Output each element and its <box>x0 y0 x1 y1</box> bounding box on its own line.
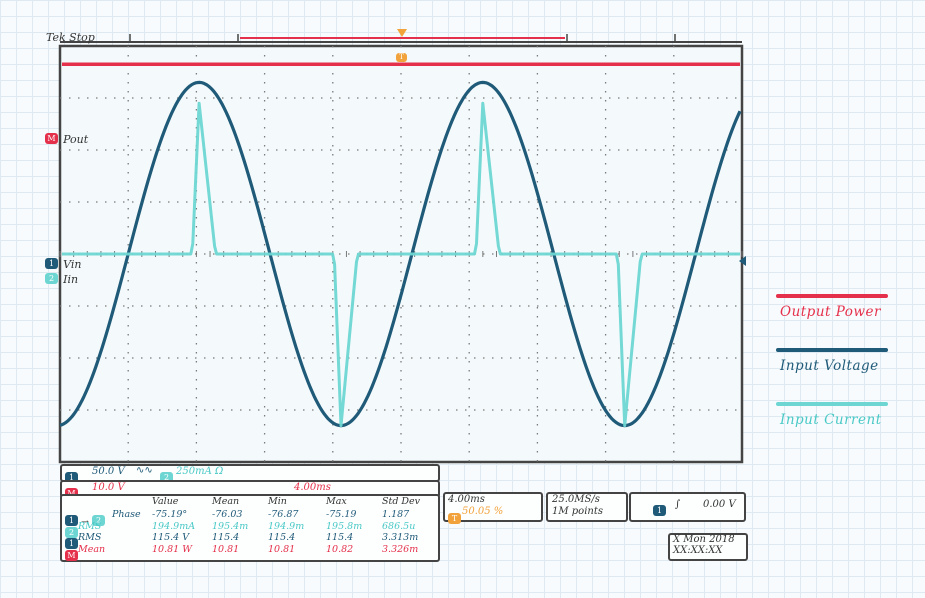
meas-row-chip: M <box>65 549 78 561</box>
meas-cell: 194.9mA <box>152 520 196 532</box>
trigger-position-marker[interactable]: T <box>396 47 407 66</box>
ch2-scale: 250mA Ω <box>176 466 224 477</box>
math-scale: 10.0 V <box>92 482 125 493</box>
trigger-arrow-icon <box>397 29 407 37</box>
meas-cell: -76.87 <box>268 509 299 520</box>
meas-cell: -76.03 <box>212 509 243 520</box>
time-per-div: 4.00ms <box>448 494 485 505</box>
ch2-marker[interactable]: 2 Iin <box>45 268 78 287</box>
datetime-box: X Mon 2018 XX:XX:XX <box>668 533 748 561</box>
meas-row-label: RMS <box>78 532 102 543</box>
ch1-coupling-icon: ∿∿ <box>136 465 153 476</box>
meas-header-max: Max <box>326 496 347 507</box>
meas-cell: 1.187 <box>382 509 410 520</box>
legend-output-power-swatch <box>776 294 888 298</box>
legend-input-current-swatch <box>776 402 888 406</box>
measurements-panel: Value Mean Min Max Std Dev 1 → 2 Phase -75.19°… <box>60 494 440 562</box>
legend-output-power: Output Power <box>780 304 881 320</box>
meas-row-label: Mean <box>78 543 106 555</box>
pout-label: Pout <box>63 133 89 146</box>
trigger-box[interactable]: 1 ∫ 0.00 V <box>629 492 746 522</box>
date: X Mon 2018 <box>673 534 735 545</box>
meas-cell: 10.81 W <box>152 543 192 555</box>
meas-cell: 115.4 <box>326 532 354 543</box>
time: XX:XX:XX <box>673 545 723 556</box>
trigger-slope-icon: ∫ <box>675 499 681 510</box>
meas-cell: 3.326m <box>382 543 419 555</box>
meas-cell: 10.81 <box>212 543 240 555</box>
meas-cell: -75.19° <box>152 509 188 520</box>
sample-rate: 25.0MS/s <box>552 494 600 505</box>
meas-cell: 194.9m <box>268 520 305 532</box>
meas-header-mean: Mean <box>212 496 240 507</box>
legend-input-voltage: Input Voltage <box>780 358 879 374</box>
legend-input-voltage-swatch <box>776 348 888 352</box>
meas-cell: 3.313m <box>382 532 419 543</box>
meas-cell: 10.81 <box>268 543 296 555</box>
meas-cell: 115.4 <box>268 532 296 543</box>
meas-header-std-dev: Std Dev <box>382 496 421 507</box>
trigger-source-chip: 1 <box>653 505 666 516</box>
math-chip: M <box>45 133 58 144</box>
meas-row-label: RMS <box>78 520 102 532</box>
top-bar <box>60 29 742 43</box>
trigger-level: 0.00 V <box>703 499 736 510</box>
ch2-chip: 2 <box>45 273 58 284</box>
meas-header-value: Value <box>152 496 179 507</box>
ch1-scale: 50.0 V <box>92 466 125 477</box>
iin-label: Iin <box>63 273 79 286</box>
math-marker[interactable]: M Pout <box>45 128 88 147</box>
legend-input-current: Input Current <box>780 412 882 428</box>
meas-row-label: Phase <box>112 509 141 520</box>
meas-cell: 115.4 V <box>152 532 190 543</box>
horizontal-trigger-chip: T <box>448 513 461 524</box>
status-label: Tek Stop <box>46 31 95 44</box>
trigger-position-chip: T <box>396 53 407 62</box>
meas-header-min: Min <box>268 496 287 507</box>
math-time: 4.00ms <box>294 482 331 493</box>
meas-cell: 10.82 <box>326 543 354 555</box>
acquisition-box[interactable]: 25.0MS/s 1M points <box>546 492 628 522</box>
trigger-position: 50.05 % <box>462 506 504 517</box>
horizontal-box[interactable]: 4.00ms T 50.05 % <box>443 492 543 524</box>
record-length: 1M points <box>552 506 603 517</box>
meas-cell: 115.4 <box>212 532 240 543</box>
meas-cell: -75.19 <box>326 509 357 520</box>
meas-cell: 195.4m <box>212 520 249 532</box>
meas-cell: 195.8m <box>326 520 363 532</box>
meas-cell: 686.5u <box>382 520 416 532</box>
